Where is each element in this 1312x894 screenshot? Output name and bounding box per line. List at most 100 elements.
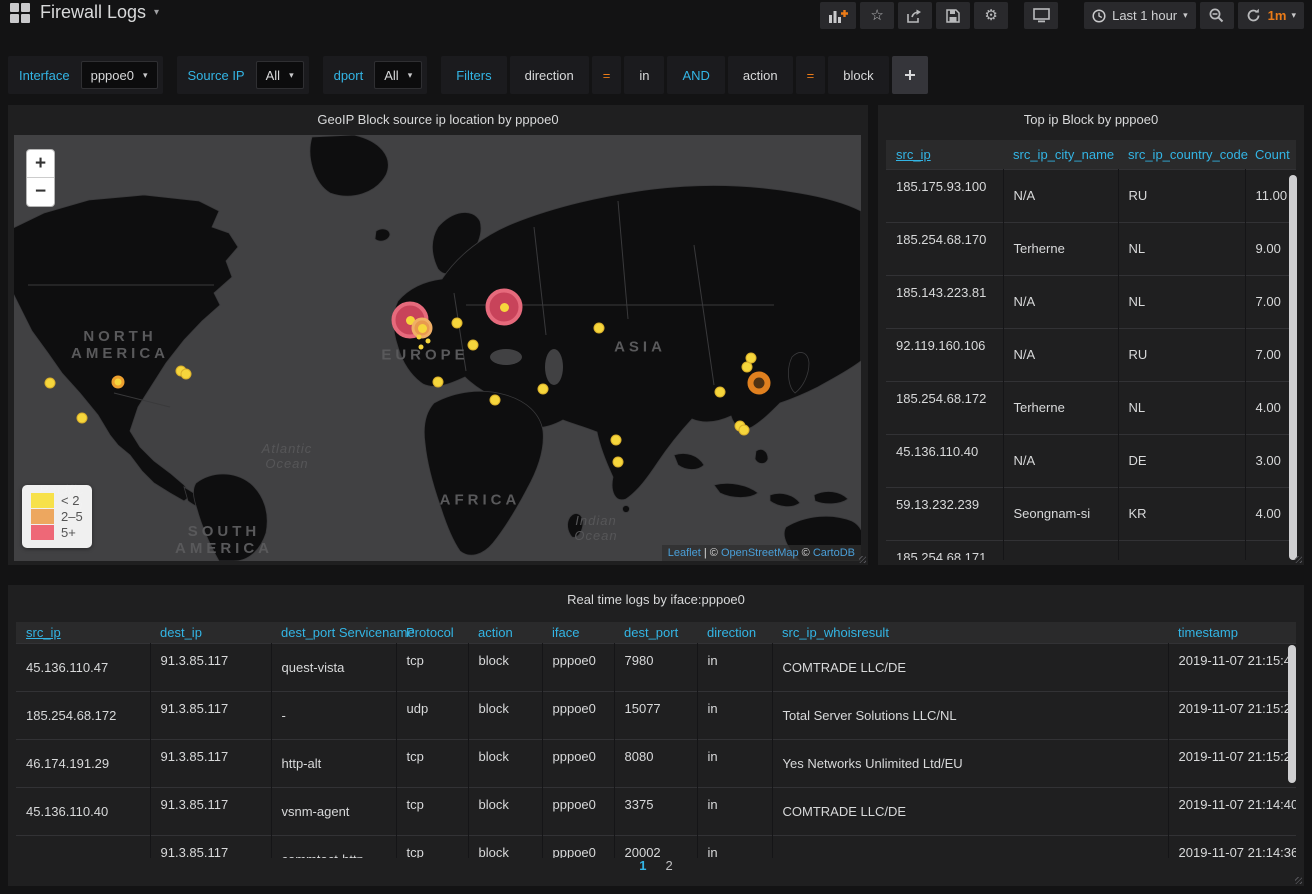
share-button[interactable] [898, 2, 932, 29]
column-header-src-ip-country-code[interactable]: src_ip_country_code [1118, 140, 1245, 169]
table-cell: 185.143.223.81 [886, 275, 1003, 328]
column-header-iface[interactable]: iface [542, 622, 614, 643]
table-cell: 2019-11-07 21:15:25 [1168, 739, 1296, 787]
table-row: 45.136.110.4091.3.85.117vsnm-agenttcpblo… [16, 787, 1296, 835]
map-marker-cluster-lg[interactable] [486, 289, 523, 326]
table-cell: Total Server Solutions LLC/NL [772, 691, 1168, 739]
map-marker-cluster-md[interactable] [412, 318, 433, 339]
adhoc-segment-op[interactable]: = [796, 56, 826, 94]
map-marker-dot[interactable] [614, 458, 623, 467]
adhoc-segment-field[interactable]: direction [510, 56, 589, 94]
column-header-dest-ip[interactable]: dest_ip [150, 622, 271, 643]
table-cell: in [697, 739, 772, 787]
refresh-picker[interactable]: 1m ▾ [1238, 2, 1304, 29]
map-marker-ring[interactable] [748, 372, 771, 395]
tv-kiosk-icon [1033, 8, 1050, 23]
map-marker-dot-sm[interactable] [426, 339, 431, 344]
map-zoom-out-button[interactable]: − [27, 178, 54, 206]
world-map[interactable]: NORTH AMERICAEUROPEASIAAFRICASOUTH AMERI… [14, 135, 861, 561]
table-cell: KR [1118, 487, 1245, 540]
table-row: 185.175.93.100N/ARU11.00 [886, 169, 1296, 222]
map-marker-dot[interactable] [453, 319, 462, 328]
table-cell: 20002 [614, 835, 697, 858]
map-zoom-control: + − [26, 149, 55, 207]
column-header-src-ip-whoisresult[interactable]: src_ip_whoisresult [772, 622, 1168, 643]
source-ip-select[interactable]: All ▾ [256, 61, 304, 89]
table-cell: 2019-11-07 21:14:36 [1168, 835, 1296, 858]
map-marker-dot[interactable] [595, 324, 604, 333]
dport-variable: dport All ▾ [323, 56, 428, 94]
add-filter-button[interactable] [892, 56, 928, 94]
table-cell: 91.3.85.117 [150, 691, 271, 739]
table-row: 59.13.232.239Seongnam-siKR4.00 [886, 487, 1296, 540]
table-cell: 7980 [614, 643, 697, 691]
map-marker-dot[interactable] [539, 385, 548, 394]
table-cell: DE [1118, 434, 1245, 487]
map-zoom-in-button[interactable]: + [27, 150, 54, 178]
source-ip-variable: Source IP All ▾ [177, 56, 309, 94]
dashboard-title-caret-icon[interactable]: ▾ [154, 7, 159, 18]
map-marker-dot[interactable] [46, 379, 55, 388]
top-ip-scrollbar[interactable] [1289, 175, 1297, 560]
map-marker-dot[interactable] [491, 396, 500, 405]
map-marker-dot[interactable] [716, 388, 725, 397]
add-panel-button[interactable] [820, 2, 856, 29]
settings-button[interactable]: ⚙ [974, 2, 1008, 29]
interface-value: pppoe0 [91, 68, 134, 83]
geoip-map-panel-title[interactable]: GeoIP Block source ip location by pppoe0 [8, 105, 868, 135]
top-ip-panel-title[interactable]: Top ip Block by pppoe0 [878, 105, 1304, 135]
attribution-link[interactable]: OpenStreetMap [721, 547, 799, 559]
logs-scrollbar[interactable] [1288, 645, 1296, 783]
star-button[interactable]: ☆ [860, 2, 894, 29]
adhoc-segment-value[interactable]: block [828, 56, 888, 94]
adhoc-segment-op[interactable]: = [592, 56, 622, 94]
column-header-direction[interactable]: direction [697, 622, 772, 643]
column-header-protocol[interactable]: Protocol [396, 622, 468, 643]
dashboard-title[interactable]: Firewall Logs [40, 2, 146, 23]
map-marker-dot[interactable] [182, 370, 191, 379]
map-marker-dot[interactable] [612, 436, 621, 445]
panel-resize-handle[interactable] [859, 556, 866, 563]
table-cell: - [271, 691, 396, 739]
column-header-src-ip[interactable]: src_ip [886, 140, 1003, 169]
map-marker-dot[interactable] [743, 363, 752, 372]
adhoc-segment-conj[interactable]: AND [667, 56, 724, 94]
save-button[interactable] [936, 2, 970, 29]
time-range-picker[interactable]: Last 1 hour ▾ [1084, 2, 1196, 29]
table-cell: in [697, 691, 772, 739]
column-header-src-ip-city-name[interactable]: src_ip_city_name [1003, 140, 1118, 169]
column-header-dest-port-servicename[interactable]: dest_port Servicename [271, 622, 396, 643]
realtime-logs-panel-title[interactable]: Real time logs by iface:pppoe0 [8, 585, 1304, 615]
tv-kiosk-button[interactable] [1024, 2, 1058, 29]
map-marker-dot[interactable] [434, 378, 443, 387]
map-marker-dot[interactable] [747, 354, 756, 363]
attribution-link[interactable]: Leaflet [668, 547, 701, 559]
attribution-link[interactable]: CartoDB [813, 547, 855, 559]
dport-select[interactable]: All ▾ [374, 61, 422, 89]
map-marker-dot-orange[interactable] [112, 376, 125, 389]
map-marker-dot[interactable] [469, 341, 478, 350]
dashboards-grid-icon[interactable] [10, 3, 30, 23]
column-header-count[interactable]: Count [1245, 140, 1296, 169]
column-header-action[interactable]: action [468, 622, 542, 643]
page-button-2[interactable]: 2 [666, 858, 673, 873]
add-panel-icon [828, 8, 848, 24]
page-button-1[interactable]: 1 [639, 858, 646, 873]
table-cell: 46.174.191.29 [16, 739, 150, 787]
map-marker-dot-sm[interactable] [417, 335, 422, 340]
table-cell: Terherne [1003, 381, 1118, 434]
map-marker-dot-sm[interactable] [419, 345, 424, 350]
map-marker-dot[interactable] [78, 414, 87, 423]
panel-resize-handle[interactable] [1295, 556, 1302, 563]
column-header-src-ip[interactable]: src_ip [16, 622, 150, 643]
column-header-dest-port[interactable]: dest_port [614, 622, 697, 643]
column-header-timestamp[interactable]: timestamp [1168, 622, 1296, 643]
adhoc-segment-value[interactable]: in [624, 56, 664, 94]
table-cell: NL [1118, 540, 1245, 560]
map-marker-dot[interactable] [740, 426, 749, 435]
panel-resize-handle[interactable] [1295, 877, 1302, 884]
interface-select[interactable]: pppoe0 ▾ [81, 61, 158, 89]
adhoc-segment-field[interactable]: action [728, 56, 793, 94]
zoom-out-button[interactable] [1200, 2, 1234, 29]
table-cell: 45.136.110.40 [16, 787, 150, 835]
